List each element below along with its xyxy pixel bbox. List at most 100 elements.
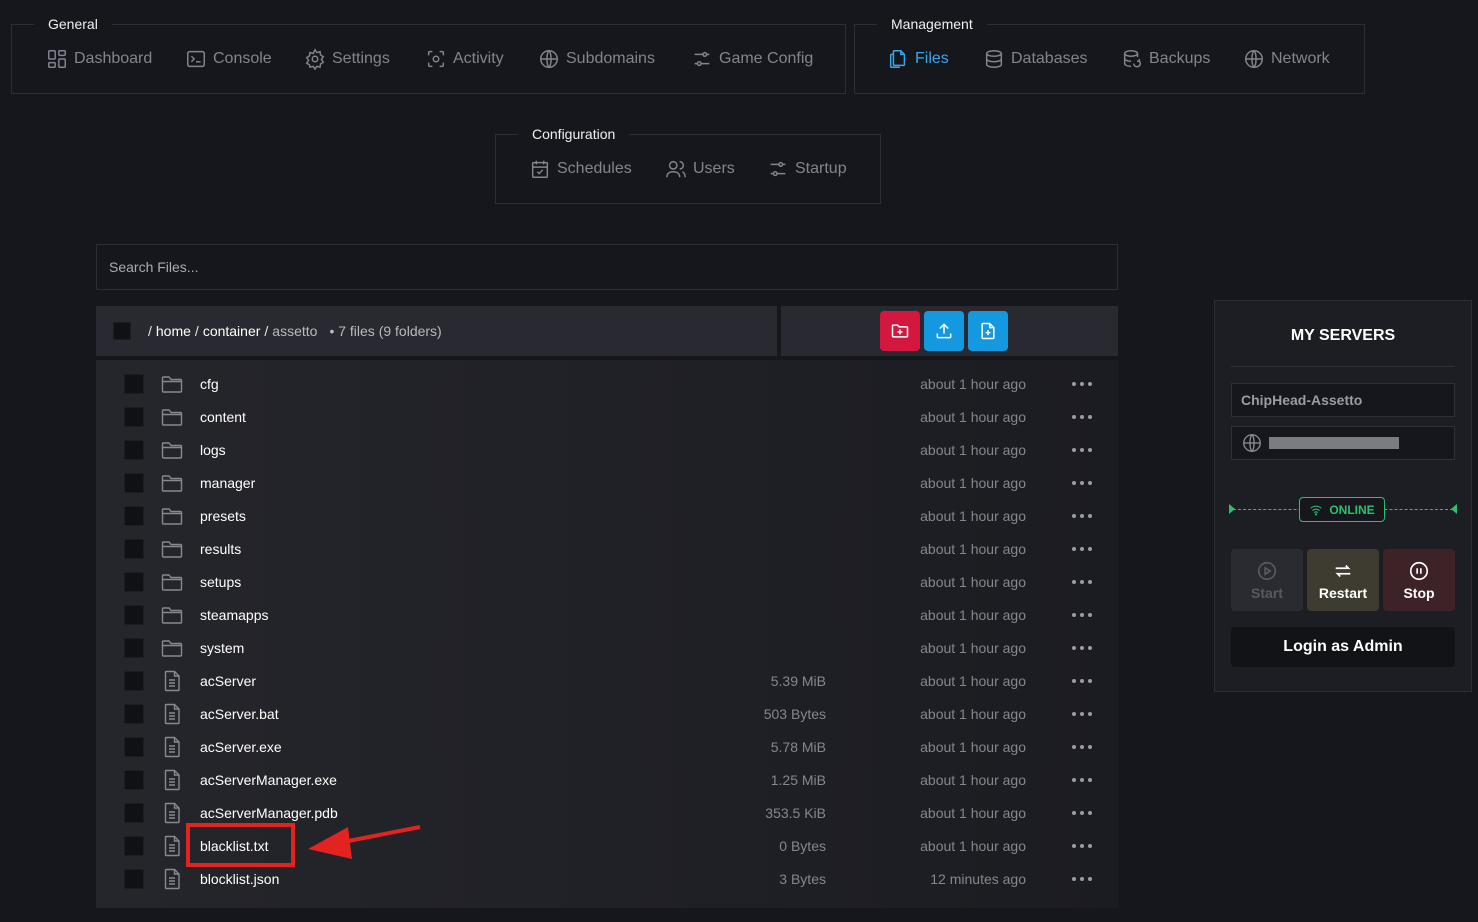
more-options-icon[interactable]	[1072, 673, 1092, 689]
file-name[interactable]: acServerManager.exe	[200, 772, 337, 788]
more-options-icon[interactable]	[1072, 805, 1092, 821]
more-options-icon[interactable]	[1072, 475, 1092, 491]
search-files-input[interactable]	[96, 244, 1118, 290]
breadcrumb-container[interactable]: container	[203, 323, 261, 339]
stop-button[interactable]: Stop	[1383, 549, 1455, 611]
row-checkbox[interactable]	[124, 769, 144, 790]
row-checkbox[interactable]	[124, 604, 144, 625]
row-checkbox[interactable]	[124, 505, 144, 526]
file-name[interactable]: content	[200, 409, 246, 425]
file-row[interactable]: manager about 1 hour ago	[96, 466, 1118, 499]
nav-item-startup[interactable]: Startup	[767, 157, 847, 181]
file-name[interactable]: acServer.bat	[200, 706, 279, 722]
more-options-icon[interactable]	[1072, 607, 1092, 623]
file-row[interactable]: acServer.exe 5.78 MiB about 1 hour ago	[96, 730, 1118, 763]
login-as-admin-button[interactable]: Login as Admin	[1231, 627, 1455, 667]
start-label: Start	[1251, 584, 1283, 601]
row-checkbox[interactable]	[124, 571, 144, 592]
row-checkbox[interactable]	[124, 373, 144, 394]
globe-icon	[1245, 50, 1263, 68]
file-icon	[160, 834, 184, 858]
row-checkbox[interactable]	[124, 406, 144, 427]
more-options-icon[interactable]	[1072, 508, 1092, 524]
nav-item-files[interactable]: Files	[887, 47, 949, 71]
nav-item-backups[interactable]: Backups	[1121, 47, 1210, 71]
start-button[interactable]: Start	[1231, 549, 1303, 611]
file-name[interactable]: acServer.exe	[200, 739, 282, 755]
file-row[interactable]: logs about 1 hour ago	[96, 433, 1118, 466]
status-left-marker	[1229, 504, 1235, 514]
file-row[interactable]: content about 1 hour ago	[96, 400, 1118, 433]
row-checkbox[interactable]	[124, 835, 144, 856]
nav-item-network[interactable]: Network	[1243, 47, 1330, 71]
file-name[interactable]: logs	[200, 442, 226, 458]
nav-group-general: General Dashboard Console Settings Activ…	[11, 12, 846, 94]
file-name[interactable]: blocklist.json	[200, 871, 279, 887]
more-options-icon[interactable]	[1072, 574, 1092, 590]
row-checkbox[interactable]	[124, 637, 144, 658]
breadcrumb-home[interactable]: home	[156, 323, 191, 339]
nav-item-databases[interactable]: Databases	[983, 47, 1088, 71]
more-options-icon[interactable]	[1072, 838, 1092, 854]
more-options-icon[interactable]	[1072, 409, 1092, 425]
file-modified: about 1 hour ago	[920, 837, 1026, 854]
file-name[interactable]: steamapps	[200, 607, 268, 623]
nav-item-game-config[interactable]: Game Config	[691, 47, 813, 71]
file-name[interactable]: manager	[200, 475, 255, 491]
files-icon	[889, 50, 906, 68]
file-row[interactable]: system about 1 hour ago	[96, 631, 1118, 664]
status-text: ONLINE	[1329, 502, 1375, 517]
select-all-checkbox[interactable]	[113, 322, 131, 340]
file-row[interactable]: steamapps about 1 hour ago	[96, 598, 1118, 631]
server-name-field[interactable]: ChipHead-Assetto	[1231, 383, 1455, 417]
file-row[interactable]: acServerManager.exe 1.25 MiB about 1 hour …	[96, 763, 1118, 796]
file-row[interactable]: presets about 1 hour ago	[96, 499, 1118, 532]
more-options-icon[interactable]	[1072, 871, 1092, 887]
row-checkbox[interactable]	[124, 670, 144, 691]
globe-icon	[1243, 434, 1261, 452]
file-row[interactable]: cfg about 1 hour ago	[96, 367, 1118, 400]
file-row[interactable]: results about 1 hour ago	[96, 532, 1118, 565]
more-options-icon[interactable]	[1072, 706, 1092, 722]
file-modified: about 1 hour ago	[920, 573, 1026, 590]
row-checkbox[interactable]	[124, 868, 144, 889]
row-checkbox[interactable]	[124, 439, 144, 460]
nav-item-schedules[interactable]: Schedules	[529, 157, 632, 181]
more-options-icon[interactable]	[1072, 541, 1092, 557]
server-address-field[interactable]	[1231, 426, 1455, 460]
nav-item-settings[interactable]: Settings	[304, 47, 390, 71]
row-checkbox[interactable]	[124, 472, 144, 493]
file-name[interactable]: cfg	[200, 376, 219, 392]
nav-item-activity[interactable]: Activity	[425, 47, 504, 71]
more-options-icon[interactable]	[1072, 772, 1092, 788]
nav-item-subdomains[interactable]: Subdomains	[538, 47, 655, 71]
file-name[interactable]: acServer	[200, 673, 256, 689]
sliders-icon	[770, 161, 786, 177]
new-file-button[interactable]	[968, 311, 1008, 351]
new-folder-button[interactable]	[880, 311, 920, 351]
restart-button[interactable]: Restart	[1307, 549, 1379, 611]
folder-icon	[160, 438, 184, 462]
more-options-icon[interactable]	[1072, 442, 1092, 458]
file-size: 503 Bytes	[763, 705, 826, 722]
file-name[interactable]: setups	[200, 574, 241, 590]
row-checkbox[interactable]	[124, 538, 144, 559]
nav-item-dashboard[interactable]: Dashboard	[46, 47, 152, 71]
row-checkbox[interactable]	[124, 703, 144, 724]
file-row[interactable]: setups about 1 hour ago	[96, 565, 1118, 598]
upload-button[interactable]	[924, 311, 964, 351]
more-options-icon[interactable]	[1072, 376, 1092, 392]
row-checkbox[interactable]	[124, 802, 144, 823]
file-name[interactable]: system	[200, 640, 244, 656]
file-name[interactable]: presets	[200, 508, 246, 524]
nav-item-users[interactable]: Users	[665, 157, 735, 181]
file-row[interactable]: acServer 5.39 MiB about 1 hour ago	[96, 664, 1118, 697]
sliders-icon	[694, 51, 710, 67]
file-row[interactable]: acServer.bat 503 Bytes about 1 hour ago	[96, 697, 1118, 730]
file-size: 3 Bytes	[779, 870, 826, 887]
nav-item-console[interactable]: Console	[185, 47, 272, 71]
row-checkbox[interactable]	[124, 736, 144, 757]
more-options-icon[interactable]	[1072, 640, 1092, 656]
more-options-icon[interactable]	[1072, 739, 1092, 755]
file-name[interactable]: results	[200, 541, 241, 557]
